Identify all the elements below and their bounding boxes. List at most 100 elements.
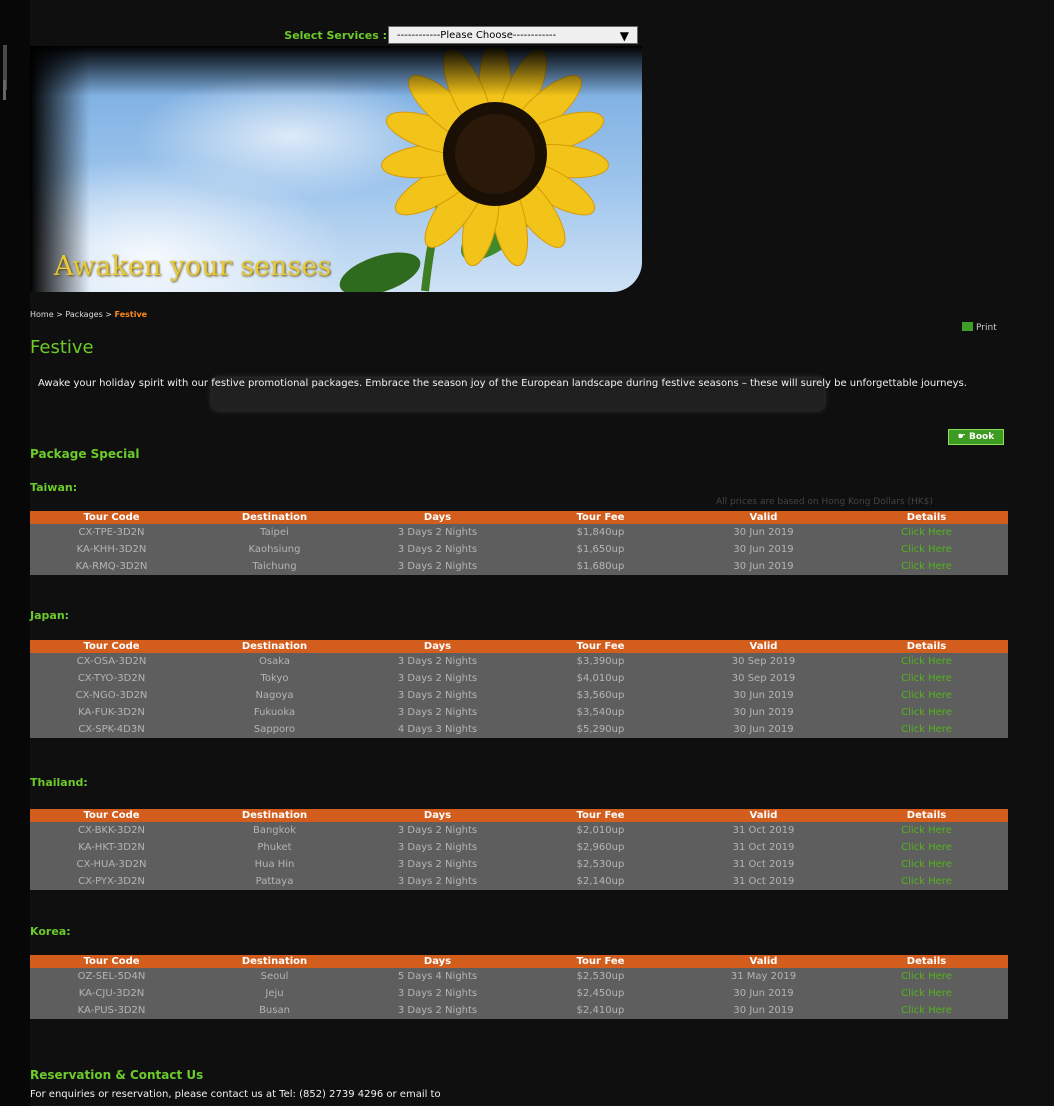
cell-valid: 31 Oct 2019 bbox=[682, 856, 845, 873]
col-details: Details bbox=[845, 640, 1008, 653]
cell-tour-fee: $2,140up bbox=[519, 873, 682, 890]
cell-destination: Taichung bbox=[193, 558, 356, 575]
banner-slogan: Awaken your senses bbox=[54, 251, 332, 282]
cell-destination: Kaohsiung bbox=[193, 541, 356, 558]
cell-valid: 30 Jun 2019 bbox=[682, 524, 845, 541]
cell-destination: Nagoya bbox=[193, 687, 356, 704]
cell-destination: Seoul bbox=[193, 968, 356, 985]
cell-destination: Osaka bbox=[193, 653, 356, 670]
cell-days: 3 Days 2 Nights bbox=[356, 856, 519, 873]
cell-days: 3 Days 2 Nights bbox=[356, 873, 519, 890]
details-link[interactable]: Click Here bbox=[845, 839, 1008, 856]
col-tour-code: Tour Code bbox=[30, 955, 193, 968]
details-link[interactable]: Click Here bbox=[845, 856, 1008, 873]
cell-tour-fee: $2,410up bbox=[519, 1002, 682, 1019]
details-link[interactable]: Click Here bbox=[845, 721, 1008, 738]
book-button[interactable]: ☛ Book bbox=[948, 429, 1004, 445]
details-link[interactable]: Click Here bbox=[845, 524, 1008, 541]
cell-tour-code: CX-TPE-3D2N bbox=[30, 524, 193, 541]
col-tour-code: Tour Code bbox=[30, 511, 193, 524]
col-days: Days bbox=[356, 511, 519, 524]
table-row: OZ-SEL-5D4N Seoul 5 Days 4 Nights $2,530… bbox=[30, 968, 1008, 985]
table-row: CX-HUA-3D2N Hua Hin 3 Days 2 Nights $2,5… bbox=[30, 856, 1008, 873]
cell-valid: 30 Jun 2019 bbox=[682, 1002, 845, 1019]
cell-valid: 30 Jun 2019 bbox=[682, 558, 845, 575]
cell-valid: 30 Jun 2019 bbox=[682, 985, 845, 1002]
tour-table-japan: Tour Code Destination Days Tour Fee Vali… bbox=[30, 640, 1008, 738]
table-row: KA-PUS-3D2N Busan 3 Days 2 Nights $2,410… bbox=[30, 1002, 1008, 1019]
breadcrumb-separator: > bbox=[56, 310, 63, 319]
details-link[interactable]: Click Here bbox=[845, 704, 1008, 721]
country-heading-korea: Korea: bbox=[30, 925, 71, 938]
cell-tour-fee: $5,290up bbox=[519, 721, 682, 738]
country-heading-taiwan: Taiwan: bbox=[30, 481, 78, 494]
table-row: CX-PYX-3D2N Pattaya 3 Days 2 Nights $2,1… bbox=[30, 873, 1008, 890]
cell-days: 3 Days 2 Nights bbox=[356, 822, 519, 839]
dropdown-arrow-icon: ▼ bbox=[619, 29, 629, 43]
cell-days: 5 Days 4 Nights bbox=[356, 968, 519, 985]
cell-tour-fee: $2,530up bbox=[519, 856, 682, 873]
cell-days: 3 Days 2 Nights bbox=[356, 1002, 519, 1019]
col-valid: Valid bbox=[682, 809, 845, 822]
col-details: Details bbox=[845, 809, 1008, 822]
cell-tour-fee: $2,450up bbox=[519, 985, 682, 1002]
cell-tour-fee: $3,560up bbox=[519, 687, 682, 704]
details-link[interactable]: Click Here bbox=[845, 653, 1008, 670]
cell-days: 3 Days 2 Nights bbox=[356, 653, 519, 670]
details-link[interactable]: Click Here bbox=[845, 1002, 1008, 1019]
cell-tour-code: KA-CJU-3D2N bbox=[30, 985, 193, 1002]
cell-tour-code: KA-PUS-3D2N bbox=[30, 1002, 193, 1019]
table-row: KA-RMQ-3D2N Taichung 3 Days 2 Nights $1,… bbox=[30, 558, 1008, 575]
details-link[interactable]: Click Here bbox=[845, 687, 1008, 704]
details-link[interactable]: Click Here bbox=[845, 968, 1008, 985]
cell-tour-fee: $3,540up bbox=[519, 704, 682, 721]
details-link[interactable]: Click Here bbox=[845, 822, 1008, 839]
details-link[interactable]: Click Here bbox=[845, 670, 1008, 687]
col-valid: Valid bbox=[682, 955, 845, 968]
details-link[interactable]: Click Here bbox=[845, 541, 1008, 558]
cell-tour-code: CX-PYX-3D2N bbox=[30, 873, 193, 890]
col-valid: Valid bbox=[682, 511, 845, 524]
cell-days: 4 Days 3 Nights bbox=[356, 721, 519, 738]
cell-tour-code: KA-HKT-3D2N bbox=[30, 839, 193, 856]
table-header-row: Tour Code Destination Days Tour Fee Vali… bbox=[30, 955, 1008, 968]
print-button[interactable]: Print bbox=[962, 322, 997, 333]
col-days: Days bbox=[356, 640, 519, 653]
col-destination: Destination bbox=[193, 955, 356, 968]
hero-banner: Awaken your senses bbox=[30, 46, 642, 292]
cell-tour-code: CX-NGO-3D2N bbox=[30, 687, 193, 704]
table-row: KA-KHH-3D2N Kaohsiung 3 Days 2 Nights $1… bbox=[30, 541, 1008, 558]
col-tour-code: Tour Code bbox=[30, 809, 193, 822]
cell-destination: Fukuoka bbox=[193, 704, 356, 721]
col-tour-code: Tour Code bbox=[30, 640, 193, 653]
table-row: KA-FUK-3D2N Fukuoka 3 Days 2 Nights $3,5… bbox=[30, 704, 1008, 721]
cell-destination: Taipei bbox=[193, 524, 356, 541]
details-link[interactable]: Click Here bbox=[845, 873, 1008, 890]
cell-tour-fee: $1,650up bbox=[519, 541, 682, 558]
col-destination: Destination bbox=[193, 511, 356, 524]
table-row: CX-TPE-3D2N Taipei 3 Days 2 Nights $1,84… bbox=[30, 524, 1008, 541]
cell-tour-code: CX-TYO-3D2N bbox=[30, 670, 193, 687]
breadcrumb-packages[interactable]: Packages bbox=[65, 310, 102, 319]
col-tour-fee: Tour Fee bbox=[519, 955, 682, 968]
breadcrumb-home[interactable]: Home bbox=[30, 310, 54, 319]
col-details: Details bbox=[845, 511, 1008, 524]
country-heading-japan: Japan: bbox=[30, 609, 70, 622]
cell-tour-code: KA-FUK-3D2N bbox=[30, 704, 193, 721]
col-days: Days bbox=[356, 955, 519, 968]
left-edge-bar bbox=[0, 0, 30, 1106]
cell-tour-fee: $2,010up bbox=[519, 822, 682, 839]
page-title: Festive bbox=[30, 337, 94, 358]
tour-table-korea: Tour Code Destination Days Tour Fee Vali… bbox=[30, 955, 1008, 1019]
cell-valid: 31 Oct 2019 bbox=[682, 839, 845, 856]
details-link[interactable]: Click Here bbox=[845, 985, 1008, 1002]
table-row: CX-OSA-3D2N Osaka 3 Days 2 Nights $3,390… bbox=[30, 653, 1008, 670]
services-dropdown[interactable]: ------------Please Choose------------ ▼ bbox=[388, 26, 638, 44]
print-label: Print bbox=[976, 323, 997, 333]
contact-text: For enquiries or reservation, please con… bbox=[30, 1089, 441, 1100]
details-link[interactable]: Click Here bbox=[845, 558, 1008, 575]
cell-valid: 30 Jun 2019 bbox=[682, 541, 845, 558]
cell-tour-code: KA-KHH-3D2N bbox=[30, 541, 193, 558]
cell-valid: 31 Oct 2019 bbox=[682, 822, 845, 839]
cell-days: 3 Days 2 Nights bbox=[356, 524, 519, 541]
